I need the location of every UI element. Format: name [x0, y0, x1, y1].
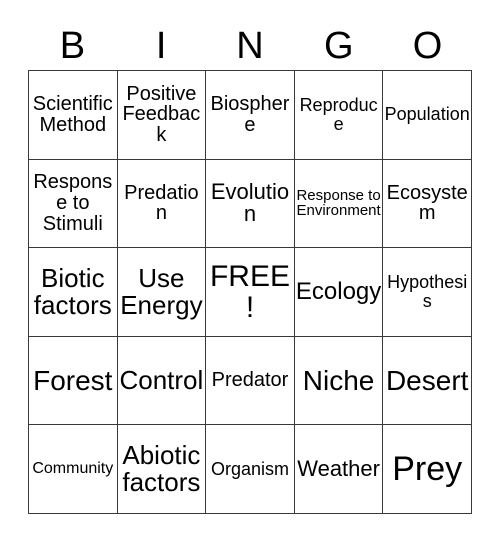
- bingo-cell-r4c3[interactable]: Predator: [206, 336, 295, 426]
- bingo-cell-r5c1[interactable]: Community: [29, 425, 118, 514]
- bingo-cell-r5c4[interactable]: Weather: [294, 425, 384, 514]
- bingo-cell-r2c4[interactable]: Response to Environment: [294, 159, 384, 249]
- bingo-cell-r3c2[interactable]: Use Energy: [117, 248, 207, 337]
- bingo-cell-r2c2[interactable]: Predation: [117, 159, 207, 249]
- bingo-header-letter-g: G: [324, 25, 354, 67]
- bingo-cell-r2c3[interactable]: Evolution: [206, 159, 295, 249]
- bingo-cell-r3c4[interactable]: Ecology: [294, 248, 384, 337]
- bingo-cell-r1c3[interactable]: Biosphere: [206, 71, 295, 160]
- bingo-header-letter-i: I: [155, 25, 167, 67]
- bingo-cell-r5c2[interactable]: Abiotic factors: [117, 425, 207, 514]
- bingo-header-letter-o: O: [412, 25, 443, 67]
- bingo-cell-r5c5[interactable]: Prey: [383, 425, 472, 514]
- bingo-header-letter-n: N: [236, 25, 264, 67]
- bingo-header-letters: B I N G O: [28, 22, 472, 70]
- bingo-card: B I N G O Scientific Method Positive Fee…: [0, 0, 500, 544]
- bingo-cell-r5c3[interactable]: Organism: [206, 425, 295, 514]
- bingo-grid: Scientific Method Positive Feedback Bios…: [28, 70, 472, 514]
- bingo-cell-free-space[interactable]: FREE!: [206, 248, 295, 337]
- bingo-cell-r3c1[interactable]: Biotic factors: [29, 248, 118, 337]
- bingo-cell-r1c1[interactable]: Scientific Method: [29, 71, 118, 160]
- bingo-cell-r4c5[interactable]: Desert: [383, 336, 472, 426]
- bingo-cell-r2c5[interactable]: Ecosystem: [383, 159, 472, 249]
- bingo-cell-r1c5[interactable]: Population: [383, 71, 472, 160]
- bingo-cell-r2c1[interactable]: Response to Stimuli: [29, 159, 118, 249]
- bingo-cell-r4c2[interactable]: Control: [117, 336, 207, 426]
- bingo-cell-r4c4[interactable]: Niche: [294, 336, 384, 426]
- bingo-cell-r4c1[interactable]: Forest: [29, 336, 118, 426]
- bingo-cell-r3c5[interactable]: Hypothesis: [383, 248, 472, 337]
- bingo-header-letter-b: B: [59, 25, 86, 67]
- bingo-cell-r1c4[interactable]: Reproduce: [294, 71, 384, 160]
- bingo-cell-r1c2[interactable]: Positive Feedback: [117, 71, 207, 160]
